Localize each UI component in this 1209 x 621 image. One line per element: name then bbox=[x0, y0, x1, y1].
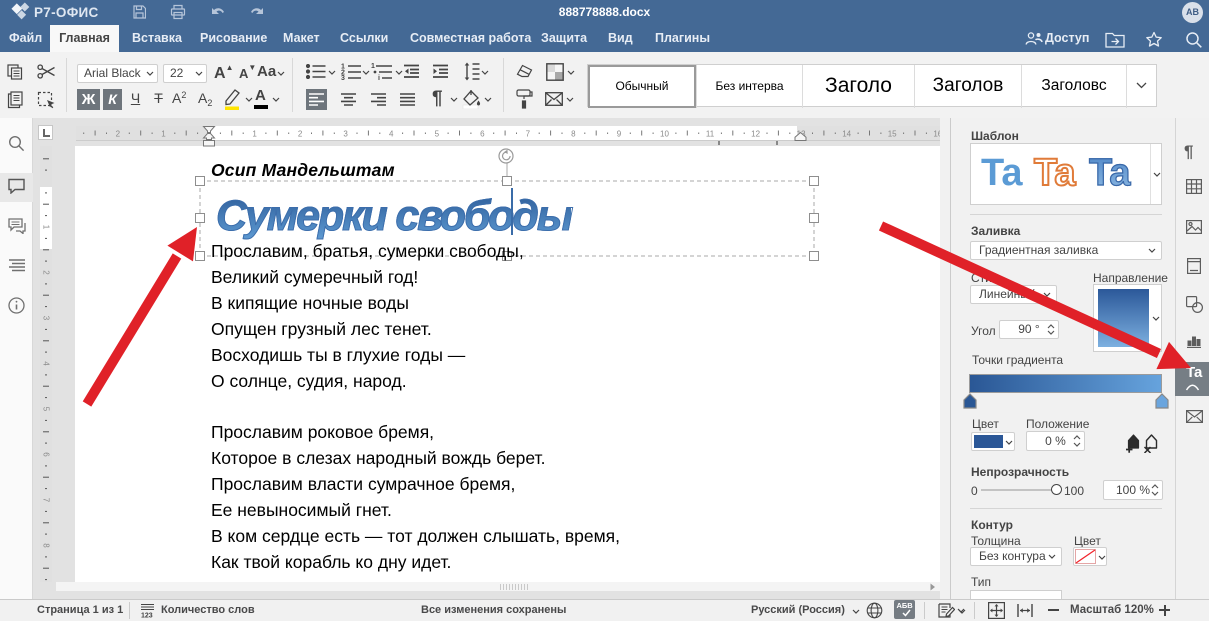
svg-text:9: 9 bbox=[617, 130, 622, 139]
svg-text:5: 5 bbox=[42, 407, 51, 412]
svg-text:1: 1 bbox=[161, 130, 166, 139]
svg-text:14: 14 bbox=[842, 130, 851, 139]
svg-text:5: 5 bbox=[435, 130, 440, 139]
svg-text:1: 1 bbox=[42, 225, 51, 230]
svg-text:1: 1 bbox=[371, 63, 375, 70]
svg-text:6: 6 bbox=[480, 130, 485, 139]
svg-text:15: 15 bbox=[888, 130, 897, 139]
svg-text:4: 4 bbox=[42, 361, 51, 366]
svg-text:12: 12 bbox=[751, 130, 760, 139]
svg-text:4: 4 bbox=[389, 130, 394, 139]
svg-text:3: 3 bbox=[341, 75, 345, 80]
svg-text:2: 2 bbox=[42, 270, 51, 275]
svg-text:3: 3 bbox=[343, 130, 348, 139]
svg-text:8: 8 bbox=[42, 543, 51, 548]
svg-text:16: 16 bbox=[933, 130, 940, 139]
svg-text:11: 11 bbox=[706, 130, 715, 139]
svg-text:2: 2 bbox=[116, 130, 121, 139]
svg-text:1: 1 bbox=[252, 130, 257, 139]
svg-text:3: 3 bbox=[42, 316, 51, 321]
svg-text:6: 6 bbox=[42, 452, 51, 457]
svg-text:2: 2 bbox=[298, 130, 303, 139]
svg-text:7: 7 bbox=[42, 498, 51, 503]
svg-text:7: 7 bbox=[526, 130, 531, 139]
svg-text:8: 8 bbox=[571, 130, 576, 139]
svg-text:i: i bbox=[378, 75, 380, 80]
svg-text:10: 10 bbox=[660, 130, 669, 139]
svg-text:123: 123 bbox=[141, 613, 153, 619]
